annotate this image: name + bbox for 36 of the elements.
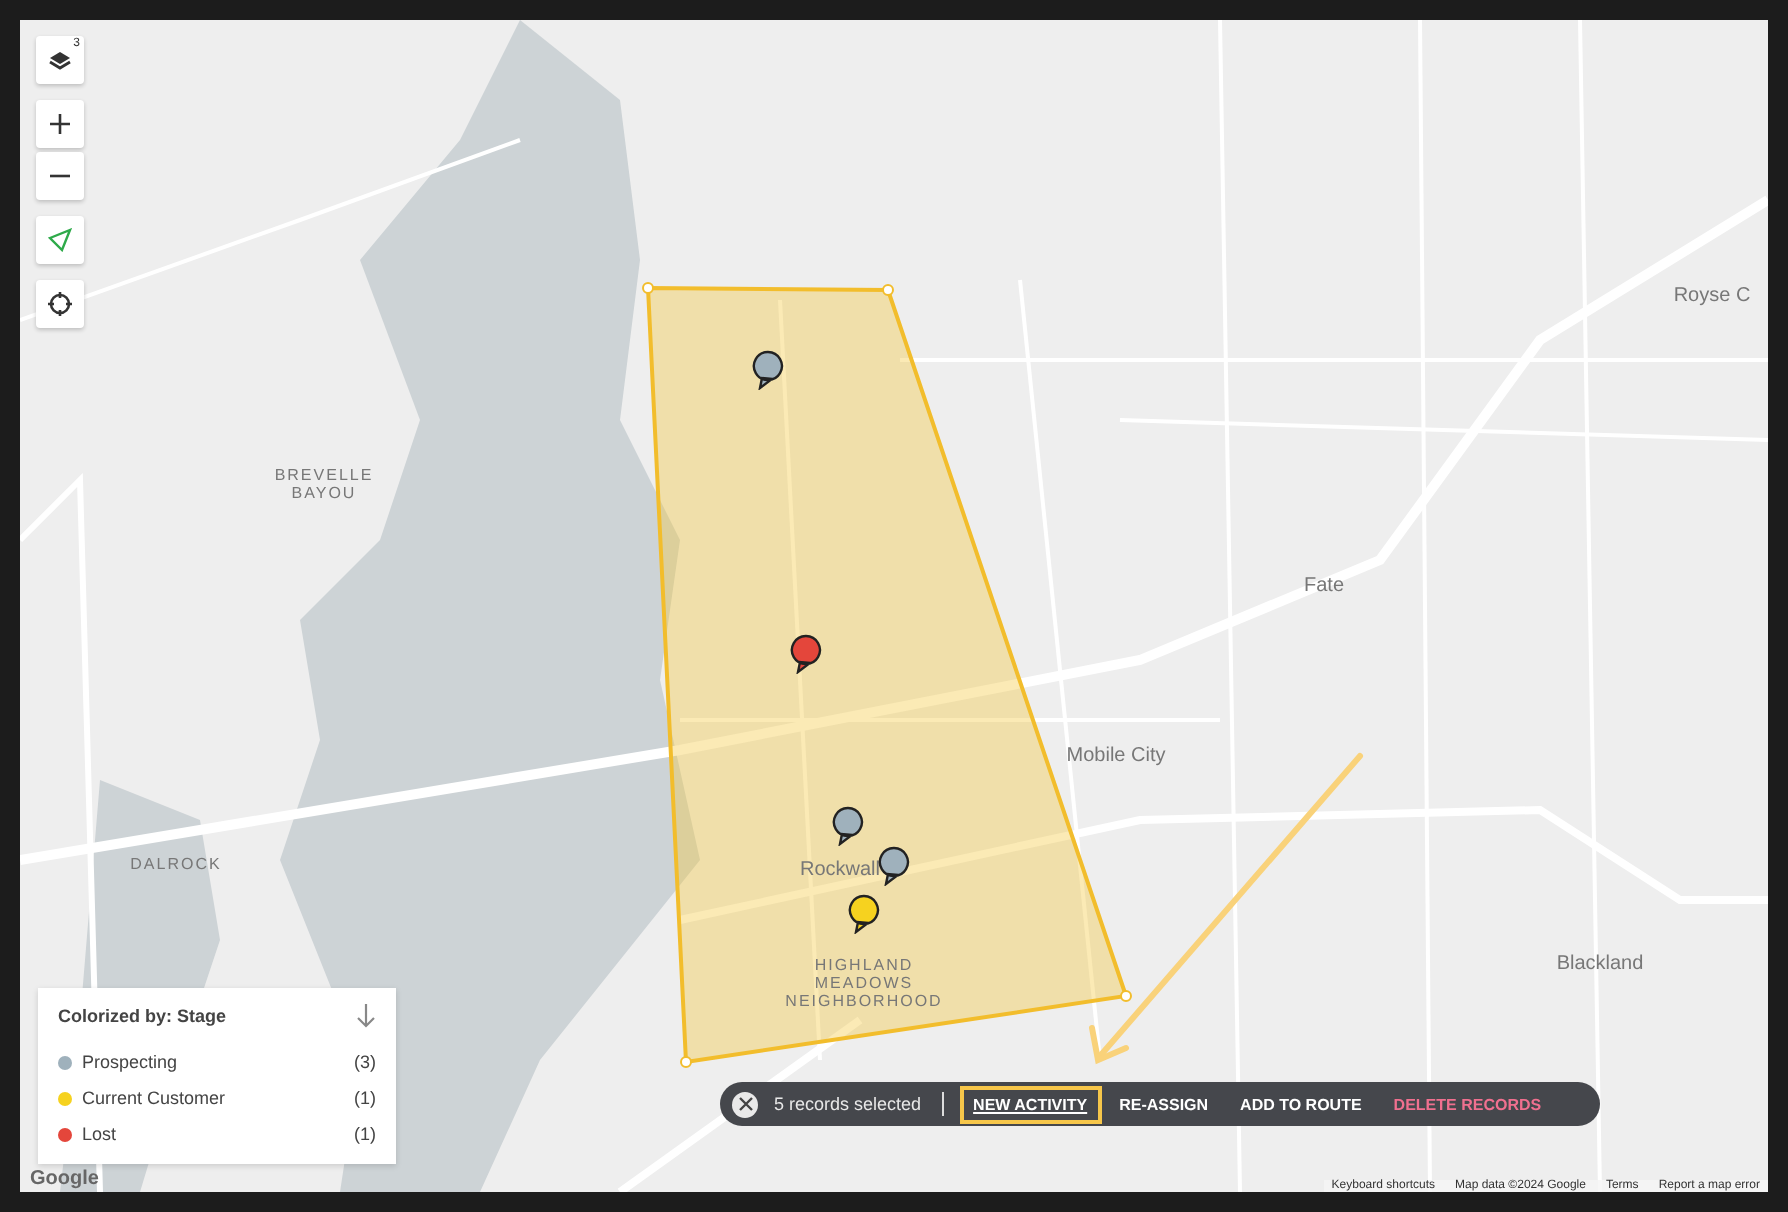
- place-label: BREVELLE BAYOU: [274, 465, 374, 503]
- map-logo: Google: [30, 1168, 99, 1190]
- action-button[interactable]: RE-ASSIGN: [1105, 1085, 1223, 1123]
- place-label: Royse C: [1673, 284, 1751, 308]
- place-label: HIGHLAND MEADOWS NEIGHBORHOOD: [785, 956, 943, 1012]
- place-label: DALROCK: [130, 854, 222, 874]
- map-pin[interactable]: [752, 350, 784, 390]
- place-label: Mobile City: [1066, 744, 1166, 768]
- map-pin[interactable]: [878, 846, 910, 886]
- layers-icon: [48, 50, 72, 70]
- legend-title: Colorized by: Stage: [58, 1006, 227, 1026]
- sort-arrow-icon[interactable]: [356, 1004, 376, 1028]
- selection-count: 5 records selected: [774, 1094, 922, 1114]
- legend-label: Lost: [82, 1124, 119, 1144]
- draw-polygon-button[interactable]: [36, 216, 84, 264]
- map-pin[interactable]: [790, 634, 822, 674]
- close-icon: [737, 1096, 753, 1112]
- minus-icon: [48, 174, 72, 178]
- legend-count: (1): [354, 1088, 376, 1108]
- polygon-tool-icon: [48, 228, 72, 252]
- clear-selection-button[interactable]: [732, 1091, 758, 1117]
- legend-label: Current Customer: [82, 1088, 228, 1108]
- crosshair-icon: [48, 292, 72, 316]
- place-label: Rockwall: [800, 858, 880, 882]
- place-label: Blackland: [1556, 952, 1644, 976]
- map-pin[interactable]: [848, 894, 880, 934]
- legend-count: (3): [354, 1052, 376, 1072]
- locate-button[interactable]: [36, 280, 84, 328]
- zoom-in-button[interactable]: [36, 100, 84, 148]
- legend-label: Prospecting: [82, 1052, 180, 1072]
- legend-count: (1): [354, 1124, 376, 1144]
- place-label: Fate: [1304, 574, 1344, 598]
- plus-icon: [48, 112, 72, 136]
- action-button[interactable]: ADD TO ROUTE: [1226, 1085, 1376, 1123]
- action-button[interactable]: NEW ACTIVITY: [959, 1085, 1102, 1123]
- map-pin[interactable]: [832, 806, 864, 846]
